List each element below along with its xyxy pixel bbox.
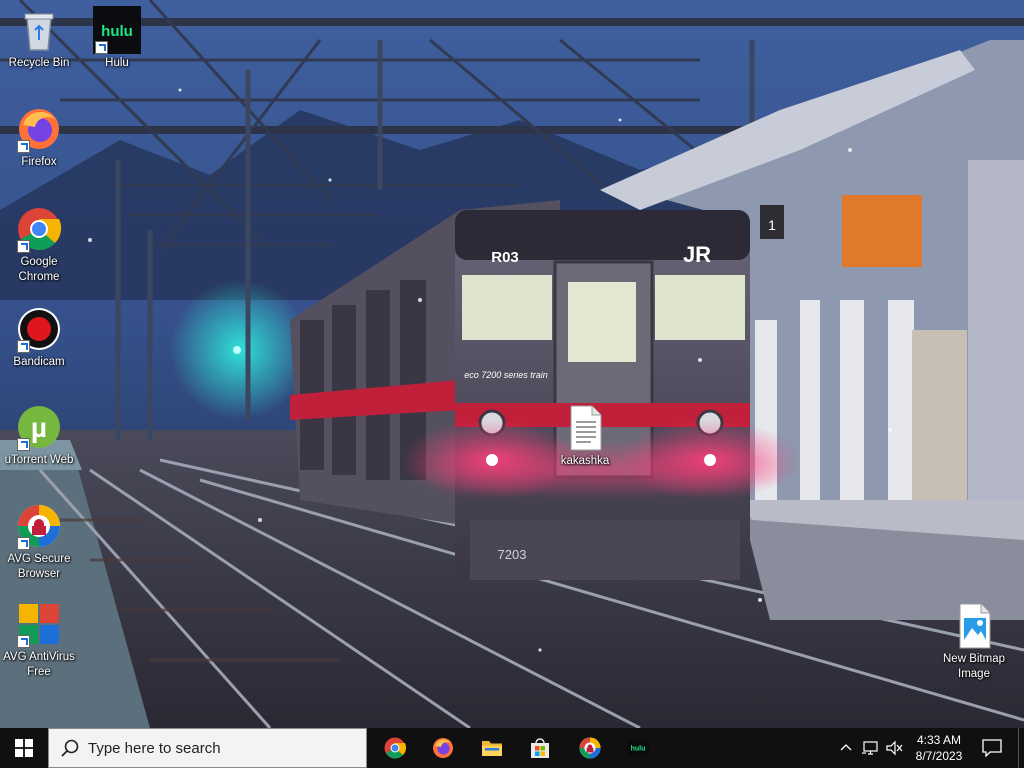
desktop-wallpaper: 1 R03 JR eco 7200 series train 7203 xyxy=(0,0,1024,728)
clock-date: 8/7/2023 xyxy=(915,749,963,763)
chrome-icon xyxy=(384,737,407,759)
desktop-icon-label: Google Chrome xyxy=(18,256,60,283)
search-icon xyxy=(61,739,79,757)
desktop-icon-label: kakashka xyxy=(560,455,610,467)
taskbar-app-hulu[interactable]: hulu xyxy=(614,728,662,768)
taskbar-app-file-explorer[interactable] xyxy=(468,728,516,768)
desktop-icon-label: Recycle Bin xyxy=(8,57,70,69)
network-tray-button[interactable] xyxy=(860,728,882,768)
shortcut-arrow-icon xyxy=(17,240,30,253)
taskbar-app-microsoft-store[interactable] xyxy=(516,728,564,768)
train-number: 7203 xyxy=(498,547,527,562)
recycle-bin-icon xyxy=(15,6,63,54)
notification-icon xyxy=(982,739,1002,757)
show-desktop-button[interactable] xyxy=(1018,728,1024,768)
train-destination-sign: R03 xyxy=(491,249,519,266)
store-icon xyxy=(531,738,549,758)
taskbar-app-avg-secure-browser[interactable] xyxy=(566,728,614,768)
firefox-icon xyxy=(433,738,453,758)
action-center-button[interactable] xyxy=(976,728,1008,768)
volume-tray-button[interactable] xyxy=(884,728,906,768)
desktop-icon-utorrent-web[interactable]: µ uTorrent Web xyxy=(1,403,77,468)
desktop-icon-avg-secure-browser[interactable]: AVG Secure Browser xyxy=(1,502,77,582)
desktop-icon-hulu[interactable]: hulu Hulu xyxy=(79,6,155,71)
taskbar-app-firefox[interactable] xyxy=(419,728,467,768)
bandicam-icon xyxy=(15,305,63,353)
volume-muted-icon xyxy=(886,740,903,756)
desktop-icon-label: New Bitmap Image xyxy=(943,653,1005,680)
desktop-icon-google-chrome[interactable]: Google Chrome xyxy=(1,205,77,285)
desktop-icon-firefox[interactable]: Firefox xyxy=(1,105,77,170)
search-input[interactable] xyxy=(88,739,328,757)
svg-text:hulu: hulu xyxy=(631,746,646,753)
bitmap-image-icon xyxy=(950,602,998,650)
desktop-icon-bandicam[interactable]: Bandicam xyxy=(1,305,77,370)
taskbar-search-box[interactable] xyxy=(48,728,367,768)
start-button[interactable] xyxy=(0,728,48,768)
hulu-icon: hulu xyxy=(93,6,141,54)
hulu-icon: hulu xyxy=(627,740,649,756)
chrome-icon xyxy=(15,205,63,253)
train-series-label: eco 7200 series train xyxy=(464,370,548,380)
desktop-icon-recycle-bin[interactable]: Recycle Bin xyxy=(1,6,77,71)
desktop-icon-label: uTorrent Web xyxy=(4,454,74,466)
svg-text:hulu: hulu xyxy=(101,23,133,40)
utorrent-icon: µ xyxy=(15,403,63,451)
taskbar-app-chrome[interactable] xyxy=(371,728,419,768)
desktop-icon-label: Hulu xyxy=(105,57,129,69)
shortcut-arrow-icon xyxy=(17,140,30,153)
folder-icon xyxy=(482,741,502,756)
shortcut-arrow-icon xyxy=(95,41,108,54)
taskbar-clock[interactable]: 4:33 AM 8/7/2023 xyxy=(904,728,974,768)
firefox-icon xyxy=(15,105,63,153)
windows-logo-icon xyxy=(15,739,33,757)
svg-text:µ: µ xyxy=(31,412,47,443)
desktop-icon-label: Firefox xyxy=(21,156,57,168)
shortcut-arrow-icon xyxy=(17,635,30,648)
show-hidden-icons-button[interactable] xyxy=(836,728,856,768)
desktop-icon-new-bitmap-image[interactable]: New Bitmap Image xyxy=(936,602,1012,682)
shortcut-arrow-icon xyxy=(17,537,30,550)
avg-browser-icon xyxy=(15,502,63,550)
platform-number-sign: 1 xyxy=(768,217,776,233)
desktop-icon-kakashka[interactable]: kakashka xyxy=(547,404,623,469)
clock-time: 4:33 AM xyxy=(916,733,962,747)
desktop-icon-avg-antivirus-free[interactable]: AVG AntiVirus Free xyxy=(1,600,77,680)
desktop-icon-label: Bandicam xyxy=(13,356,65,368)
desktop-icon-label: AVG Secure Browser xyxy=(7,553,71,580)
text-document-icon xyxy=(561,404,609,452)
desktop-icon-label: AVG AntiVirus Free xyxy=(3,651,75,678)
jr-logo: JR xyxy=(683,242,711,267)
avg-antivirus-icon xyxy=(15,600,63,648)
shortcut-arrow-icon xyxy=(17,340,30,353)
network-icon xyxy=(862,741,878,755)
avg-browser-icon xyxy=(579,737,601,759)
taskbar: hulu 4:33 AM 8/7/2023 xyxy=(0,728,1024,768)
chevron-up-icon xyxy=(840,744,852,751)
shortcut-arrow-icon xyxy=(17,438,30,451)
